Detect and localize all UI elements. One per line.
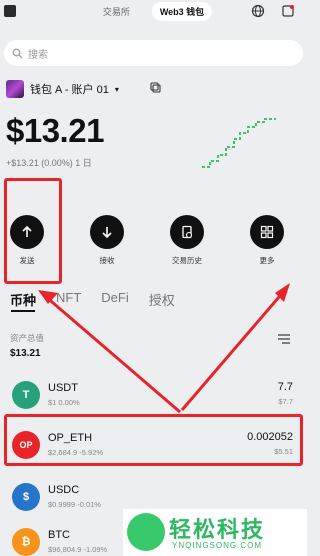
watermark: 轻松科技 YNQINGSONG.COM [123,509,307,556]
watermark-logo [127,513,165,551]
watermark-text: 轻松科技 [169,517,266,542]
annotation-arrows [38,283,290,414]
watermark-url: YNQINGSONG.COM [172,541,263,550]
